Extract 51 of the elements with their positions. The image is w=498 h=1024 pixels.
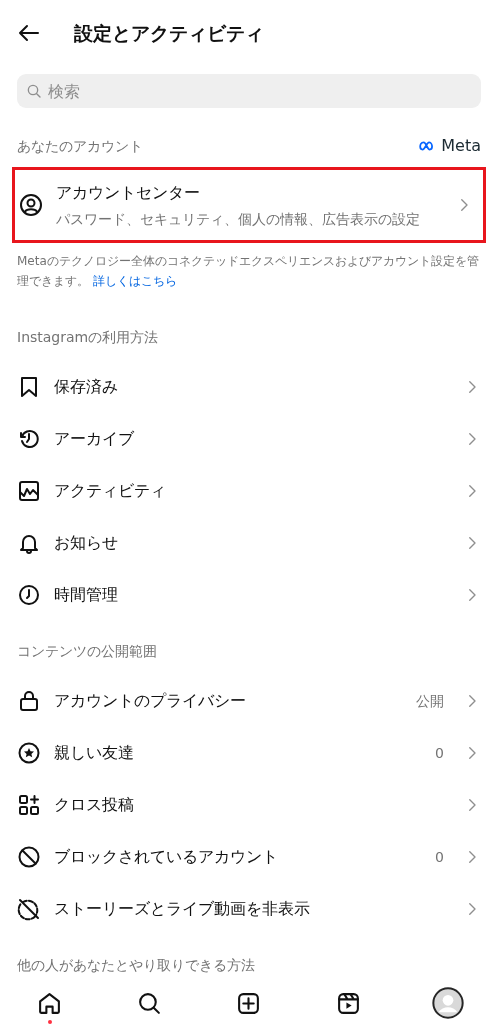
nav-button[interactable]	[431, 986, 466, 1020]
item-value: 0	[435, 847, 444, 867]
search-field[interactable]: 検索	[17, 74, 481, 108]
item-label: 保存済み	[54, 376, 119, 398]
description-text: Metaのテクノロジー全体のコネクテッドエクスペリエンスおよびアカウント設定を管理できます。 詳しくはこちら	[16, 253, 480, 290]
settings-item[interactable]: アクティビティ	[0, 465, 498, 517]
avatar-icon	[432, 987, 465, 1019]
brand-name: Meta	[441, 135, 481, 157]
item-label: 時間管理	[54, 584, 119, 606]
add-post-icon	[236, 990, 262, 1016]
home-icon	[37, 990, 63, 1016]
user-circle-icon	[19, 193, 43, 217]
learn-more-link[interactable]: 詳しくはこちら	[92, 274, 177, 288]
settings-item[interactable]: アカウントのプライバシー 公開	[0, 675, 498, 727]
item-label: アカウントのプライバシー	[54, 690, 247, 712]
item-title: アカウントセンター	[56, 181, 201, 204]
item-value: 公開	[416, 691, 444, 711]
section-label: 他の人があなたとやり取りできる方法	[16, 955, 256, 975]
block-icon	[17, 845, 41, 869]
section-label: Instagramの利用方法	[16, 327, 160, 347]
settings-item[interactable]: 保存済み	[0, 361, 498, 413]
settings-item[interactable]: 時間管理	[0, 569, 498, 621]
item-label: アクティビティ	[54, 480, 167, 502]
item-label: ストーリーズとライブ動画を非表示	[54, 898, 311, 920]
settings-item[interactable]: アーカイブ	[0, 413, 498, 465]
item-value: 0	[435, 743, 444, 763]
search-icon	[136, 990, 162, 1016]
settings-item[interactable]: クロス投稿	[0, 779, 498, 831]
section-label: コンテンツの公開範囲	[16, 641, 158, 661]
item-label: アーカイブ	[54, 428, 135, 450]
hidden-circle-icon	[17, 897, 41, 921]
activity-chart-icon	[17, 479, 41, 503]
history-icon	[17, 427, 41, 451]
page-title: 設定とアクティビティ	[74, 20, 264, 46]
item-label: お知らせ	[54, 532, 119, 554]
item-subtitle: パスワード、セキュリティ、個人の情報、広告表示の設定	[56, 209, 421, 229]
account-center-item[interactable]: アカウントセンター パスワード、セキュリティ、個人の情報、広告表示の設定	[12, 167, 486, 243]
clock-icon	[17, 583, 41, 607]
item-label: 親しい友達	[54, 742, 135, 764]
settings-item[interactable]: お知らせ	[0, 517, 498, 569]
section-label: あなたのアカウント	[17, 136, 143, 156]
reels-icon	[336, 990, 362, 1016]
grid-plus-icon	[17, 793, 41, 817]
item-label: クロス投稿	[54, 794, 135, 816]
item-label: ブロックされているアカウント	[54, 846, 279, 868]
search-icon	[26, 83, 42, 99]
settings-item[interactable]: ストーリーズとライブ動画を非表示	[0, 883, 498, 935]
settings-item[interactable]: 親しい友達 0	[0, 727, 498, 779]
settings-item[interactable]: ブロックされているアカウント 0	[0, 831, 498, 883]
star-circle-icon	[17, 741, 41, 765]
lock-icon	[17, 689, 41, 713]
